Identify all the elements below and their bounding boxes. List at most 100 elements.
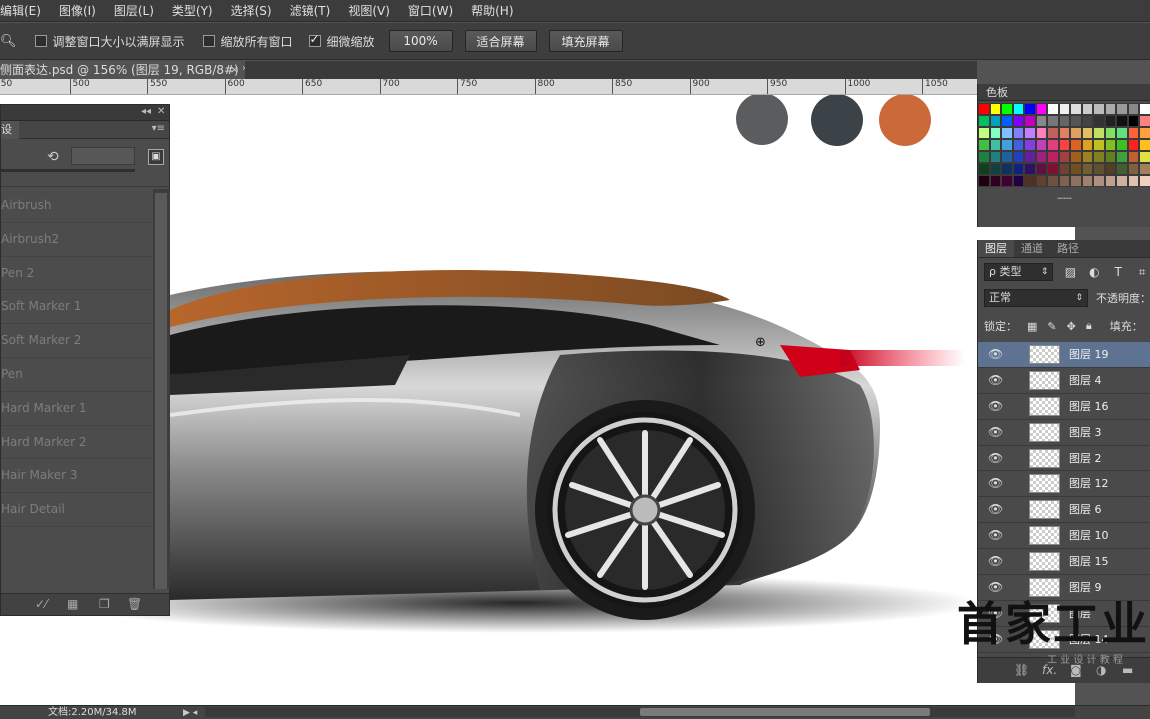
fill-screen-button[interactable]: 填充屏幕 <box>548 30 623 52</box>
swatch-color[interactable] <box>978 139 990 151</box>
toggle-brush-icon[interactable]: ✓⁄ <box>35 597 47 611</box>
swatch-color[interactable] <box>1104 163 1116 175</box>
swatch-color[interactable] <box>1127 127 1139 139</box>
swatch-color[interactable] <box>1012 139 1024 151</box>
swatch-color[interactable] <box>1035 139 1047 151</box>
swatch-color[interactable] <box>989 115 1001 127</box>
lock-transparent-icon[interactable]: ▦ <box>1027 320 1037 333</box>
zoom-all-windows-checkbox[interactable]: 缩放所有窗口 <box>202 33 293 50</box>
swatch-color[interactable] <box>1139 163 1150 175</box>
size-input[interactable] <box>71 147 135 165</box>
reset-icon[interactable]: ⟲ <box>47 149 59 165</box>
brush-preset-item[interactable]: Soft Marker 1 <box>1 290 153 325</box>
panel-tab[interactable]: 图层 <box>978 240 1014 257</box>
swatch-color[interactable] <box>989 139 1001 151</box>
scrubby-zoom-checkbox[interactable]: 细微缩放 <box>308 32 375 50</box>
swatch-color[interactable] <box>1139 115 1150 127</box>
swatch-color[interactable] <box>1047 151 1059 163</box>
swatch-color[interactable] <box>1012 151 1024 163</box>
swatch-color[interactable] <box>1116 103 1128 115</box>
swatch-color[interactable] <box>1127 103 1139 115</box>
swatch-color[interactable] <box>1070 163 1082 175</box>
swatch-color[interactable] <box>1081 139 1093 151</box>
swatch-grid[interactable] <box>978 103 1150 187</box>
image-filter-icon[interactable]: ▨ <box>1063 265 1077 279</box>
swatch-color[interactable] <box>1035 163 1047 175</box>
close-panel-icon[interactable]: ✕ <box>157 106 165 117</box>
swatch-color[interactable] <box>1001 127 1013 139</box>
swatch-color[interactable] <box>1001 151 1013 163</box>
menu-item[interactable]: 编辑(E) <box>0 0 50 22</box>
swatch-color[interactable] <box>1012 103 1024 115</box>
layer-row[interactable]: 👁︎ 图层 12 <box>978 471 1150 498</box>
swatch-color[interactable] <box>1012 115 1024 127</box>
document-tab[interactable]: 侧面表达.psd @ 156% (图层 19, RGB/8#) * × <box>0 61 249 79</box>
collapse-icon[interactable]: ◂◂ <box>141 106 151 117</box>
lock-position-icon[interactable]: ✥ <box>1067 320 1076 333</box>
swatch-color[interactable] <box>1139 151 1150 163</box>
swatch-color[interactable] <box>1127 151 1139 163</box>
layer-row[interactable]: 👁︎ 图层 3 <box>978 420 1150 446</box>
swatch-color[interactable] <box>1104 151 1116 163</box>
trash-icon[interactable]: 🗑︎ <box>127 597 142 611</box>
brush-presets-tab[interactable]: 设 ▾≡ <box>1 121 169 139</box>
checkbox-box[interactable] <box>34 35 47 47</box>
visibility-eye-icon[interactable]: 👁︎ <box>988 373 1003 387</box>
swatch-color[interactable] <box>989 175 1001 187</box>
brush-preset-item[interactable]: Hard Marker 1 <box>1 392 153 426</box>
scroll-thumb[interactable] <box>155 193 167 589</box>
new-brush-icon[interactable]: ❐ <box>99 597 110 611</box>
swatch-color[interactable] <box>989 163 1001 175</box>
menu-item[interactable]: 帮助(H) <box>462 0 522 22</box>
checkbox-box[interactable] <box>202 35 215 47</box>
swatch-color[interactable] <box>1024 127 1036 139</box>
swatch-color[interactable] <box>1081 103 1093 115</box>
swatch-color[interactable] <box>989 103 1001 115</box>
swatch-color[interactable] <box>978 127 990 139</box>
shape-filter-icon[interactable]: ⌗ <box>1135 265 1149 280</box>
swatch-color[interactable] <box>1081 163 1093 175</box>
swatch-color[interactable] <box>978 115 990 127</box>
swatches-title[interactable]: 色板 <box>978 84 1150 101</box>
visibility-eye-icon[interactable]: 👁︎ <box>988 399 1003 413</box>
swatch-color[interactable] <box>1104 175 1116 187</box>
brush-preset-item[interactable]: Airbrush2 <box>1 223 153 257</box>
swatch-color[interactable] <box>1139 127 1150 139</box>
swatch-color[interactable] <box>1047 175 1059 187</box>
scroll-thumb[interactable] <box>640 708 930 716</box>
swatch-color[interactable] <box>1139 175 1150 187</box>
swatch-color[interactable] <box>1116 127 1128 139</box>
swatch-color[interactable] <box>1104 139 1116 151</box>
swatch-color[interactable] <box>1127 139 1139 151</box>
swatch-color[interactable] <box>1127 115 1139 127</box>
swatch-color[interactable] <box>1139 139 1150 151</box>
swatch-color[interactable] <box>1035 103 1047 115</box>
swatch-color[interactable] <box>1104 103 1116 115</box>
swatch-color[interactable] <box>1047 115 1059 127</box>
horizontal-scrollbar[interactable] <box>205 707 1075 717</box>
brush-preset-item[interactable]: Airbrush <box>1 189 153 223</box>
swatch-color[interactable] <box>989 151 1001 163</box>
swatch-color[interactable] <box>1058 175 1070 187</box>
swatch-color[interactable] <box>1093 127 1105 139</box>
zoom-tool-icon[interactable]: 🔍︎ <box>0 34 17 49</box>
menu-item[interactable]: 窗口(W) <box>399 0 462 22</box>
lock-all-icon[interactable]: 🔒︎ <box>1086 319 1092 333</box>
brush-preset-item[interactable]: Hard Marker 2 <box>1 426 153 460</box>
swatch-color[interactable] <box>1081 115 1093 127</box>
swatch-color[interactable] <box>1070 151 1082 163</box>
adjustment-filter-icon[interactable]: ◐ <box>1087 265 1101 279</box>
menu-item[interactable]: 类型(Y) <box>163 0 222 22</box>
new-preset-icon[interactable]: ▣ <box>148 149 164 165</box>
brush-preset-item[interactable]: Hair Maker 3 <box>1 459 153 494</box>
menu-item[interactable]: 滤镜(T) <box>281 0 340 22</box>
swatch-color[interactable] <box>1012 163 1024 175</box>
swatch-color[interactable] <box>1127 175 1139 187</box>
swatch-color[interactable] <box>1058 127 1070 139</box>
brush-list-scrollbar[interactable] <box>153 189 170 589</box>
layer-row[interactable]: 👁︎ 图层 15 <box>978 549 1150 576</box>
swatch-color[interactable] <box>1093 139 1105 151</box>
layer-row[interactable]: 👁︎ 图层 10 <box>978 523 1150 550</box>
layer-row[interactable]: 👁︎ 图层 16 <box>978 394 1150 420</box>
swatch-color[interactable] <box>1001 103 1013 115</box>
